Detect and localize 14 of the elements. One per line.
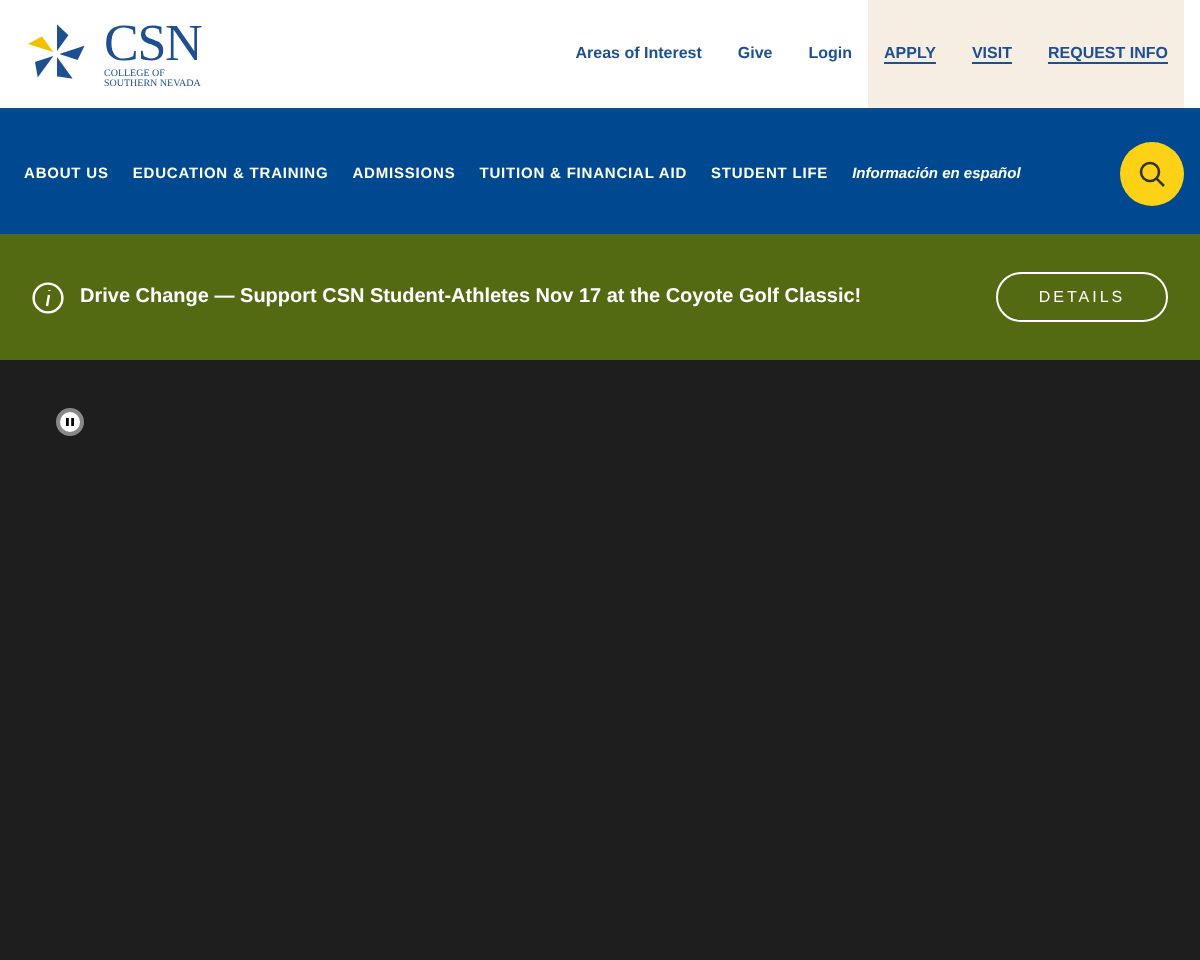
utility-link[interactable]: Give xyxy=(737,42,773,66)
search-icon xyxy=(1138,159,1166,187)
action-link[interactable]: REQUEST INFO xyxy=(1047,42,1168,66)
action-link[interactable]: VISIT xyxy=(971,42,1012,66)
logo-wordmark: CSN xyxy=(104,18,202,70)
action-link[interactable]: APPLY xyxy=(884,42,936,66)
alert-message: Drive Change — Support CSN Student-Athletes Nov 17 at the Coyote Golf Classic! xyxy=(80,284,862,312)
info-icon xyxy=(32,281,64,313)
search-button[interactable] xyxy=(1120,141,1184,205)
pause-button[interactable] xyxy=(56,408,84,436)
details-button[interactable]: DETAILS xyxy=(996,272,1168,322)
pause-icon xyxy=(64,416,76,428)
utility-link[interactable]: Login xyxy=(808,42,853,66)
utility-link[interactable]: Areas of Interest xyxy=(575,42,702,66)
